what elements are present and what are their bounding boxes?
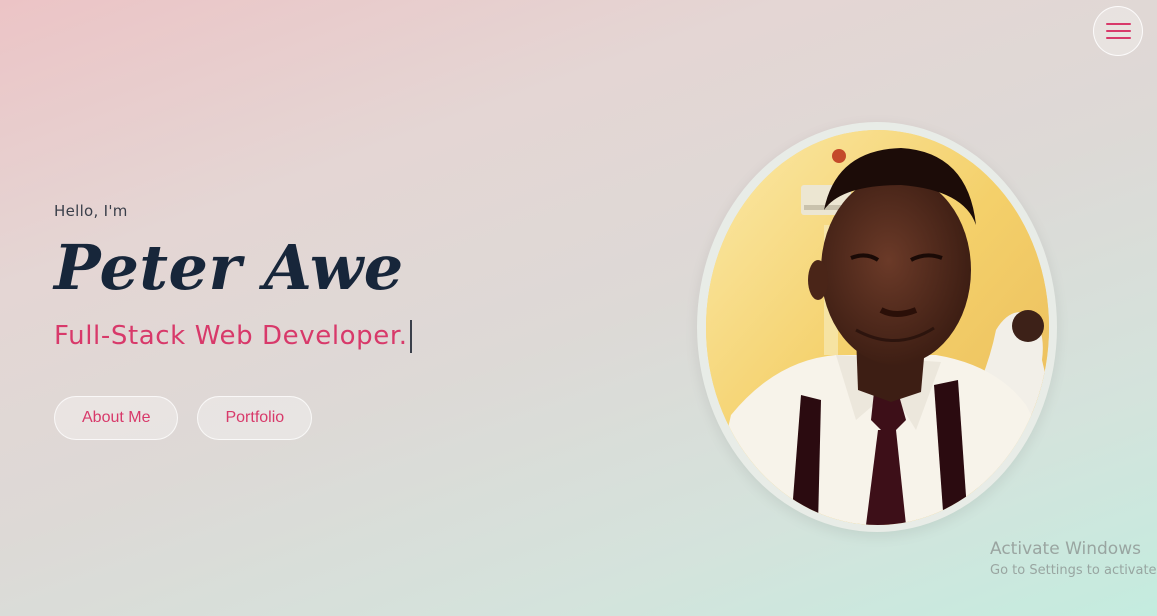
hero-section: Hello, I'm Peter Awe Full-Stack Web Deve… (54, 200, 614, 440)
profile-photo (706, 130, 1049, 525)
watermark-subtitle: Go to Settings to activate (990, 563, 1157, 578)
watermark-title: Activate Windows (990, 539, 1141, 559)
hero-name: Peter Awe (54, 231, 404, 304)
role-text: Full-Stack Web Developer. (54, 321, 408, 351)
greeting-text: Hello, I'm (54, 202, 128, 220)
windows-activation-watermark: Activate Windows Go to Settings to activ… (990, 538, 1157, 582)
typing-cursor (409, 319, 412, 353)
portfolio-button[interactable]: Portfolio (197, 396, 313, 440)
hamburger-menu-icon-bar (1105, 30, 1131, 32)
role-line: Full-Stack Web Developer. (54, 316, 614, 356)
menu-button[interactable] (1093, 6, 1143, 56)
hero-buttons: About Me Portfolio (54, 396, 313, 440)
hamburger-menu-icon-bar (1105, 37, 1131, 39)
about-me-button[interactable]: About Me (54, 396, 179, 440)
hamburger-menu-icon (1105, 23, 1131, 25)
